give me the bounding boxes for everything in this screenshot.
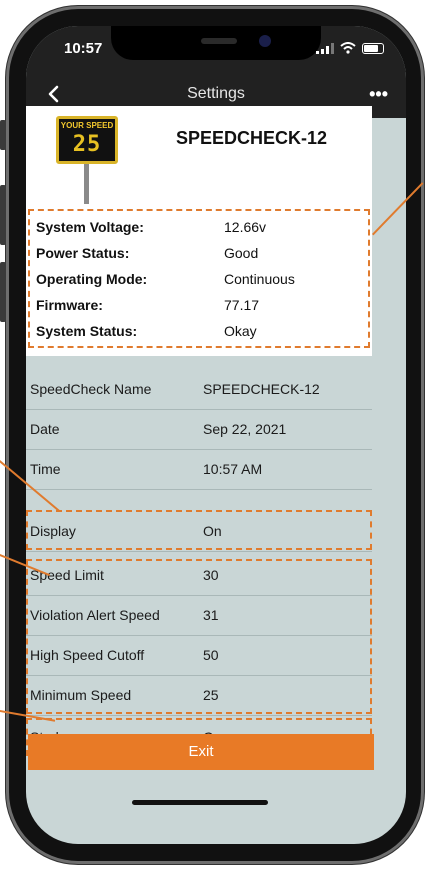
more-options-icon[interactable]: ••• bbox=[369, 84, 388, 105]
camera-icon bbox=[259, 35, 271, 47]
wifi-icon bbox=[340, 42, 356, 54]
info-value: Continuous bbox=[224, 271, 295, 287]
device-name: SPEEDCHECK-12 bbox=[176, 128, 328, 148]
setting-value: 10:57 AM bbox=[203, 461, 263, 477]
exit-button[interactable]: Exit bbox=[28, 734, 374, 770]
speed-sign-label: YOUR SPEED bbox=[60, 121, 114, 130]
home-indicator bbox=[132, 800, 268, 805]
info-value: Okay bbox=[224, 323, 257, 339]
info-label: Operating Mode: bbox=[36, 271, 148, 287]
info-value: 77.17 bbox=[224, 297, 260, 313]
info-value: Good bbox=[224, 245, 259, 261]
system-info-highlight: System Voltage: 12.66v Power Status: Goo… bbox=[28, 209, 370, 348]
notch bbox=[111, 26, 321, 60]
speed-sign-digits: 25 bbox=[72, 132, 102, 157]
display-highlight bbox=[26, 510, 372, 550]
setting-label: SpeedCheck Name bbox=[30, 381, 152, 397]
info-label: Firmware: bbox=[36, 297, 103, 313]
speed-sign-image: YOUR SPEED 25 bbox=[56, 116, 118, 206]
info-label: System Voltage: bbox=[36, 219, 144, 235]
speaker-grille bbox=[201, 38, 237, 44]
status-icons bbox=[316, 42, 384, 54]
device-card: YOUR SPEED 25 SPEEDCHECK-12 System Volta… bbox=[26, 106, 372, 356]
status-time: 10:57 bbox=[64, 40, 103, 57]
speed-settings-highlight bbox=[26, 559, 372, 714]
page-title: Settings bbox=[187, 85, 245, 102]
info-label: System Status: bbox=[36, 323, 138, 339]
signal-icon bbox=[316, 42, 334, 54]
setting-label: Date bbox=[30, 421, 60, 437]
speed-sign-pole bbox=[84, 164, 89, 204]
status-bar: 10:57 bbox=[26, 26, 406, 70]
info-label: Power Status: bbox=[36, 245, 130, 261]
setting-row-name[interactable]: SpeedCheck Name SPEEDCHECK-12 bbox=[26, 370, 372, 410]
setting-label: Time bbox=[30, 461, 61, 477]
setting-value: SPEEDCHECK-12 bbox=[203, 381, 320, 397]
setting-row-date[interactable]: Date Sep 22, 2021 bbox=[26, 410, 372, 450]
setting-row-time[interactable]: Time 10:57 AM bbox=[26, 450, 372, 490]
mute-switch bbox=[0, 120, 6, 150]
battery-icon bbox=[362, 42, 384, 54]
volume-down-button bbox=[0, 262, 6, 322]
info-value: 12.66v bbox=[224, 219, 267, 235]
setting-value: Sep 22, 2021 bbox=[203, 421, 287, 437]
speed-sign-panel: YOUR SPEED 25 bbox=[56, 116, 118, 164]
volume-up-button bbox=[0, 185, 6, 245]
